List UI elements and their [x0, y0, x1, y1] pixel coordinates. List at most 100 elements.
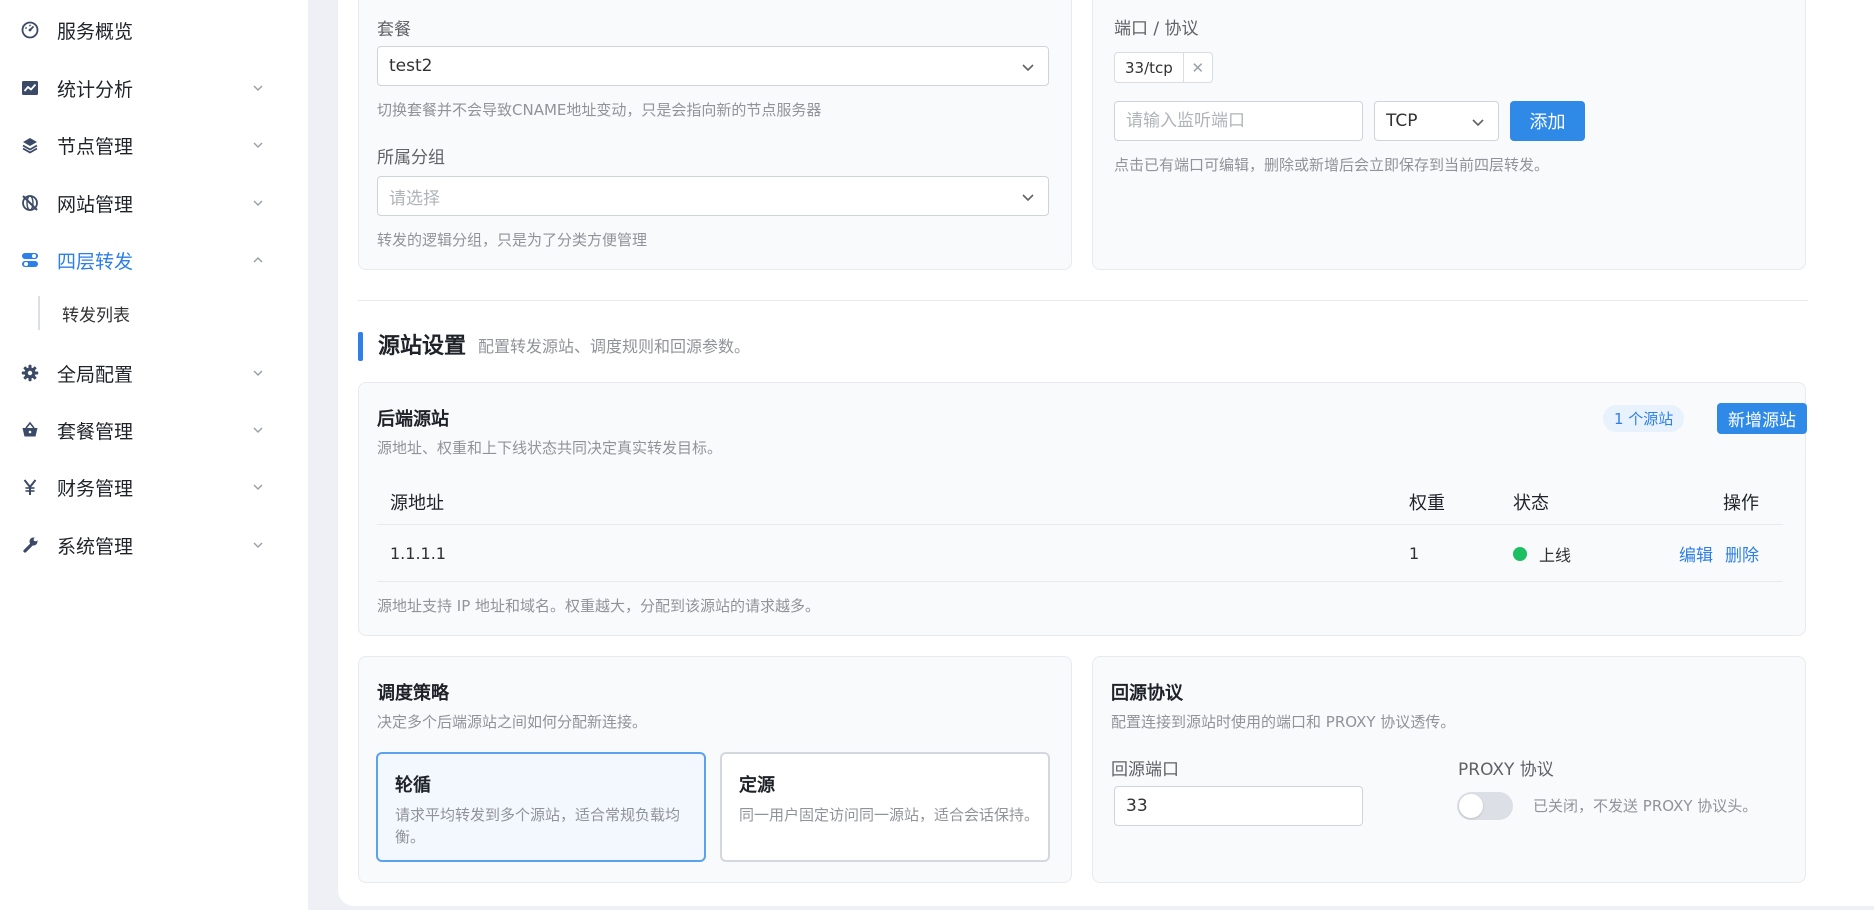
sidebar-item-label: 统计分析 [57, 78, 134, 101]
sidebar: 服务概览 统计分析 节点管理 网站管理 四层转发 转发列表 全局配置 套餐管理 … [0, 0, 308, 910]
sidebar-item-label: 服务概览 [57, 20, 134, 43]
section-title: 源站设置 [378, 334, 467, 359]
add-port-button[interactable]: 添加 [1510, 101, 1585, 141]
switch-knob [1459, 794, 1483, 818]
col-status: 状态 [1513, 492, 1549, 514]
basic-settings-card: 套餐 test2 切换套餐并不会导致CNAME地址变动，只是会指向新的节点服务器… [358, 0, 1072, 270]
chevron-down-icon [1470, 114, 1486, 130]
schedule-desc: 决定多个后端源站之间如何分配新连接。 [377, 713, 648, 731]
group-hint: 转发的逻辑分组，只是为了分类方便管理 [377, 231, 648, 249]
sidebar-item-finance[interactable]: 财务管理 [0, 467, 308, 507]
proxy-protocol-switch[interactable] [1457, 792, 1513, 820]
schedule-title: 调度策略 [377, 683, 449, 704]
toggles-icon [20, 250, 40, 270]
basket-icon [20, 420, 40, 440]
backend-title: 后端源站 [377, 409, 449, 430]
sidebar-item-service-overview[interactable]: 服务概览 [0, 10, 308, 50]
chevron-down-icon [250, 537, 266, 553]
protocol-select[interactable]: TCP [1374, 101, 1499, 141]
backend-origins-card: 后端源站 源地址、权重和上下线状态共同决定真实转发目标。 1 个源站 新增源站 … [358, 382, 1807, 636]
chevron-down-icon [250, 80, 266, 96]
yen-icon [20, 477, 40, 497]
sidebar-item-label: 系统管理 [57, 535, 134, 558]
sidebar-item-label: 财务管理 [57, 477, 134, 500]
strategy-desc: 同一用户固定访问同一源站，适合会话保持。 [739, 806, 1040, 824]
sidebar-subitem-label: 转发列表 [62, 305, 130, 326]
origin-status-label: 上线 [1539, 545, 1572, 565]
close-icon[interactable]: ✕ [1184, 53, 1212, 82]
globe-off-icon [20, 193, 40, 213]
strategy-fixed-origin[interactable]: 定源 同一用户固定访问同一源站，适合会话保持。 [720, 752, 1050, 862]
wrench-icon [20, 535, 40, 555]
proxy-protocol-label: PROXY 协议 [1458, 760, 1554, 780]
line-chart-icon [20, 78, 40, 98]
chevron-down-icon [250, 195, 266, 211]
sidebar-item-global-config[interactable]: 全局配置 [0, 353, 308, 393]
back-origin-card: 回源协议 配置连接到源站时使用的端口和 PROXY 协议透传。 回源端口 PRO… [1092, 656, 1806, 883]
ports-hint: 点击已有端口可编辑，删除或新增后会立即保存到当前四层转发。 [1114, 156, 1550, 174]
chevron-down-icon [1020, 59, 1036, 75]
sidebar-subitem-forward-list[interactable]: 转发列表 [38, 296, 130, 330]
origin-actions: 编辑 删除 [1679, 526, 1759, 581]
origin-count-badge: 1 个源站 [1603, 405, 1685, 432]
col-actions: 操作 [1723, 492, 1759, 514]
package-hint: 切换套餐并不会导致CNAME地址变动，只是会指向新的节点服务器 [377, 101, 822, 119]
add-origin-button[interactable]: 新增源站 [1717, 403, 1807, 434]
sidebar-item-label: 节点管理 [57, 135, 134, 158]
ports-label: 端口 / 协议 [1114, 19, 1199, 39]
strategy-title: 定源 [739, 775, 775, 796]
package-label: 套餐 [377, 20, 411, 40]
port-tag: 33/tcp ✕ [1114, 52, 1213, 83]
section-accent-bar [358, 332, 363, 361]
sidebar-item-label: 四层转发 [57, 250, 134, 273]
sidebar-item-packages[interactable]: 套餐管理 [0, 410, 308, 450]
delete-origin-link[interactable]: 删除 [1725, 541, 1759, 566]
col-address: 源地址 [390, 492, 444, 514]
chevron-down-icon [250, 479, 266, 495]
backend-hint: 源地址支持 IP 地址和域名。权重越大，分配到该源站的请求越多。 [377, 597, 821, 615]
chevron-down-icon [250, 137, 266, 153]
strategy-round-robin[interactable]: 轮循 请求平均转发到多个源站，适合常规负载均衡。 [376, 752, 706, 862]
sidebar-item-nodes[interactable]: 节点管理 [0, 125, 308, 165]
back-origin-title: 回源协议 [1111, 683, 1183, 704]
section-subtitle: 配置转发源站、调度规则和回源参数。 [478, 337, 751, 356]
origin-status: 上线 [1513, 526, 1571, 581]
gear-icon [20, 363, 40, 383]
package-select-value: test2 [389, 56, 433, 76]
port-tag-label[interactable]: 33/tcp [1115, 53, 1184, 82]
table-row: 1.1.1.1 1 上线 编辑 删除 [377, 526, 1783, 582]
chevron-down-icon [1020, 189, 1036, 205]
sidebar-item-label: 套餐管理 [57, 420, 134, 443]
chevron-up-icon [250, 252, 266, 268]
sidebar-item-statistics[interactable]: 统计分析 [0, 68, 308, 108]
col-weight: 权重 [1409, 492, 1445, 514]
chevron-down-icon [250, 365, 266, 381]
status-online-dot [1513, 546, 1527, 561]
origin-weight: 1 [1409, 544, 1420, 563]
gauge-icon [20, 20, 40, 40]
strategy-title: 轮循 [395, 775, 431, 796]
group-select[interactable]: 请选择 [377, 176, 1049, 216]
group-select-placeholder: 请选择 [389, 188, 440, 209]
origin-address: 1.1.1.1 [390, 544, 446, 563]
divider [358, 300, 1808, 301]
sidebar-item-websites[interactable]: 网站管理 [0, 183, 308, 223]
sidebar-item-l4-forwarding[interactable]: 四层转发 [0, 240, 308, 280]
sidebar-item-system[interactable]: 系统管理 [0, 525, 308, 565]
table-header: 源地址 权重 状态 操作 [377, 479, 1783, 525]
backend-desc: 源地址、权重和上下线状态共同决定真实转发目标。 [377, 439, 723, 457]
listen-port-input[interactable] [1114, 101, 1363, 141]
back-origin-desc: 配置连接到源站时使用的端口和 PROXY 协议透传。 [1111, 713, 1456, 731]
strategy-desc: 请求平均转发到多个源站，适合常规负载均衡。 [395, 806, 681, 846]
sidebar-item-label: 网站管理 [57, 193, 134, 216]
chevron-down-icon [250, 422, 266, 438]
back-origin-port-input[interactable] [1114, 786, 1363, 826]
edit-origin-link[interactable]: 编辑 [1679, 541, 1713, 566]
main-panel: 套餐 test2 切换套餐并不会导致CNAME地址变动，只是会指向新的节点服务器… [338, 0, 1874, 906]
protocol-select-value: TCP [1386, 111, 1418, 131]
sidebar-item-label: 全局配置 [57, 363, 134, 386]
package-select[interactable]: test2 [377, 46, 1049, 86]
back-origin-port-label: 回源端口 [1111, 760, 1179, 780]
group-label: 所属分组 [377, 148, 445, 168]
layers-icon [20, 135, 40, 155]
